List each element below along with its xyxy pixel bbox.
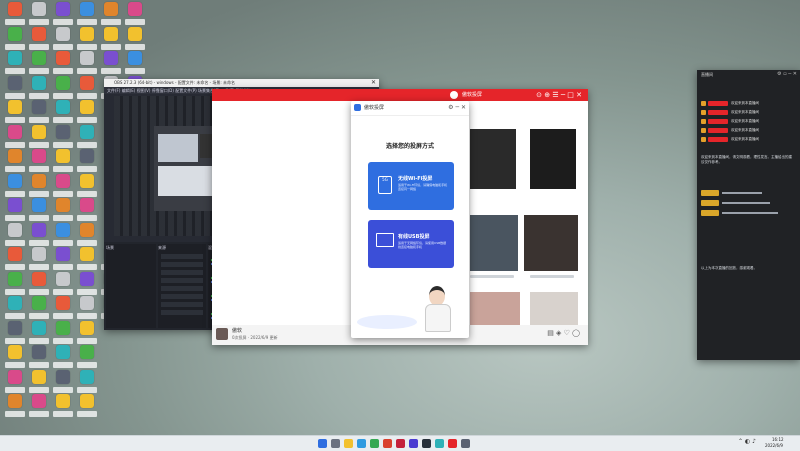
chat-badge-row [701, 200, 795, 206]
source-item[interactable] [161, 294, 203, 299]
obs-titlebar[interactable]: OBS 27.2.3 (64-bit) - windows - 配置文件: 未命… [104, 79, 379, 87]
taskbar-app-icon[interactable] [396, 439, 405, 448]
usb-desc: 适用于无网络环境，请使用USB数据线连接电脑和手机 [398, 241, 447, 249]
source-item[interactable] [161, 270, 203, 275]
gift-icon [701, 101, 706, 106]
live-thumbnail[interactable] [470, 129, 516, 189]
source-item[interactable] [161, 254, 203, 259]
projection-dialog[interactable]: 傲软投屏 ⚙ ─ ✕ 选择您的投屏方式 5G 无线Wi-Fi投屏 适用于Wi-F… [351, 101, 469, 338]
taskbar-app-icon[interactable] [461, 439, 470, 448]
taskbar-app-icon[interactable] [409, 439, 418, 448]
taskbar-app-icon[interactable] [435, 439, 444, 448]
dialog-heading: 选择您的投屏方式 [385, 143, 434, 150]
footer-icons[interactable]: ▤ ◈ ♡ ◯ [547, 329, 580, 337]
desktop-shortcut-icon[interactable] [4, 394, 26, 424]
wifi-icon: 5G [378, 176, 392, 194]
live-thumbnail[interactable] [470, 215, 518, 271]
dialog-waves [357, 315, 417, 329]
sources-panel[interactable]: 来源 [158, 244, 206, 328]
chat-badge-row [701, 210, 795, 216]
taskbar-app-icon[interactable] [318, 439, 327, 448]
desktop: OBS 27.2.3 (64-bit) - windows - 配置文件: 未命… [0, 0, 800, 435]
taskbar-app-icon[interactable] [383, 439, 392, 448]
chat-notice: 欢迎来到本直播间，请文明观看，理性发言。主播给出的建议仅作参考。 [701, 155, 792, 164]
source-item[interactable] [161, 286, 203, 291]
footer-text: 0次投屏 · 2022/6/9 更新 [232, 335, 278, 340]
gift-icon [701, 137, 706, 142]
desktop-shortcut-icon[interactable] [52, 394, 74, 424]
gift-icon [701, 128, 706, 133]
wifi-desc: 适用于Wi-Fi环境，请确保电脑和手机连接同一网络 [398, 183, 448, 191]
taskbar-app-icon[interactable] [357, 439, 366, 448]
taskbar-app-icon[interactable] [422, 439, 431, 448]
tray-icons[interactable]: ⌃ ◐ ♪ [738, 438, 756, 445]
panel-title-sources: 来源 [158, 245, 166, 250]
taskbar-app-icon[interactable] [370, 439, 379, 448]
source-item[interactable] [161, 262, 203, 267]
close-icon[interactable]: ✕ [371, 79, 376, 87]
usb-option[interactable]: 有线USB投屏 适用于无网络环境，请使用USB数据线连接电脑和手机 [368, 220, 454, 268]
wifi-option[interactable]: 5G 无线Wi-Fi投屏 适用于Wi-Fi环境，请确保电脑和手机连接同一网络 [368, 162, 454, 210]
clock-date[interactable]: 2022/6/9 [765, 443, 783, 448]
chat-title: 直播间 [701, 72, 713, 77]
live-thumbnail[interactable] [530, 292, 578, 328]
taskbar-app-icon[interactable] [448, 439, 457, 448]
gift-row: 欢迎来到本直播间 [701, 100, 795, 107]
live-avatar [450, 91, 458, 99]
gift-row: 欢迎来到本直播间 [701, 127, 795, 134]
taskbar: ⌃ ◐ ♪ 16:12 2022/6/9 [0, 435, 800, 451]
source-item[interactable] [161, 278, 203, 283]
footer-name: 傲软 [232, 328, 243, 334]
gift-row: 欢迎来到本直播间 [701, 118, 795, 125]
source-item[interactable] [161, 310, 203, 315]
gift-row: 欢迎来到本直播间 [701, 109, 795, 116]
chat-controls[interactable]: ⚙ ▫ ─ ✕ [777, 70, 797, 79]
chat-titlebar[interactable]: 直播间 ⚙ ▫ ─ ✕ [697, 70, 800, 79]
gift-text: 欢迎来到本直播间 [731, 101, 759, 105]
gift-text: 欢迎来到本直播间 [731, 137, 759, 141]
live-thumbnail[interactable] [524, 215, 578, 271]
usb-label: 有线USB投屏 [398, 234, 430, 240]
dialog-title: 傲软投屏 [364, 105, 385, 111]
live-titlebar[interactable]: ⊙ ⊕ ☰ ─ □ ✕ 傲软投屏 [212, 89, 588, 101]
live-thumbnail[interactable] [530, 129, 576, 189]
dialog-titlebar[interactable]: 傲软投屏 ⚙ ─ ✕ [351, 101, 469, 116]
gift-row: 欢迎来到本直播间 [701, 136, 795, 143]
live-window-controls[interactable]: ⊙ ⊕ ☰ ─ □ ✕ [536, 90, 582, 100]
dialog-illustration [421, 286, 455, 332]
gift-icon [701, 110, 706, 115]
taskbar-app-icon[interactable] [331, 439, 340, 448]
desktop-shortcut-icon[interactable] [28, 394, 50, 424]
footer-avatar [216, 328, 228, 340]
dialog-controls[interactable]: ⚙ ─ ✕ [448, 101, 466, 115]
wifi-label: 无线Wi-Fi投屏 [398, 176, 433, 182]
usb-icon [376, 233, 394, 247]
scenes-panel[interactable]: 场景 [106, 244, 156, 328]
live-thumbnail[interactable] [470, 292, 520, 328]
gift-text: 欢迎来到本直播间 [731, 110, 759, 114]
gift-text: 欢迎来到本直播间 [731, 119, 759, 123]
chat-panel[interactable]: 直播间 ⚙ ▫ ─ ✕ 欢迎来到本直播间 欢迎来到本直播间 欢迎来到本直播间 欢迎来到… [697, 70, 800, 360]
chat-footer: 以上为本次直播的回放，感谢观看。 [701, 266, 757, 270]
live-title: 傲软投屏 [462, 92, 483, 98]
desktop-shortcut-icon[interactable] [76, 394, 98, 424]
gift-text: 欢迎来到本直播间 [731, 128, 759, 132]
app-logo-icon [354, 104, 361, 111]
obs-title: OBS 27.2.3 (64-bit) - windows - 配置文件: 未命… [114, 80, 235, 85]
taskbar-app-icon[interactable] [344, 439, 353, 448]
clock-time[interactable]: 16:12 [772, 437, 784, 442]
panel-title-scenes: 场景 [106, 245, 114, 250]
gift-icon [701, 119, 706, 124]
source-item[interactable] [161, 302, 203, 307]
chat-badge-row [701, 190, 795, 196]
